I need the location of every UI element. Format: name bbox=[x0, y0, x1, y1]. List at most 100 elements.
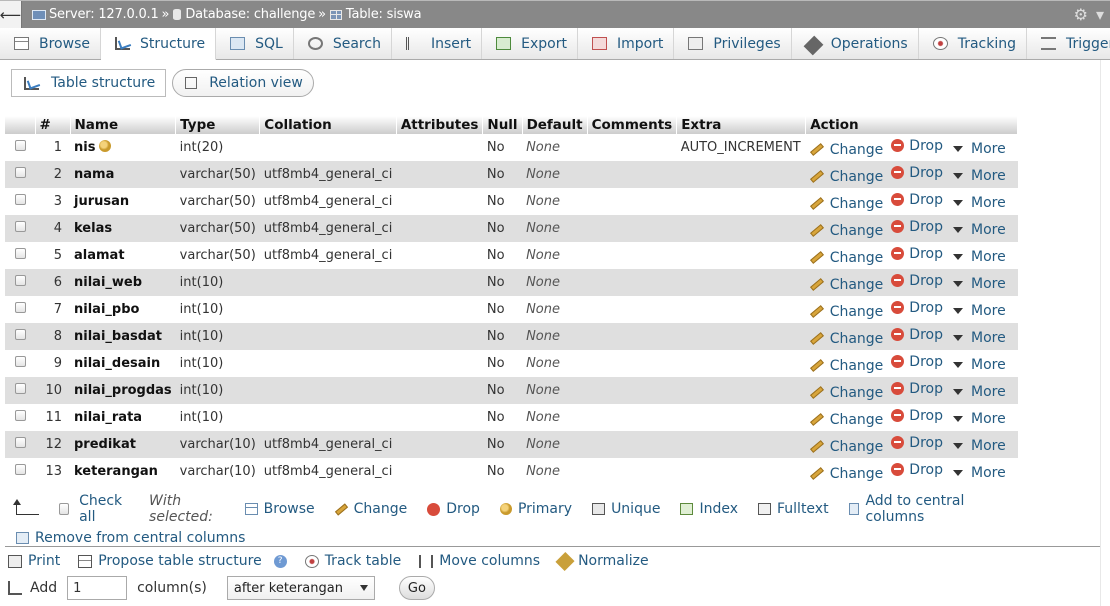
breadcrumb-database[interactable]: Database: challenge bbox=[185, 7, 315, 22]
tab-search[interactable]: Search bbox=[293, 28, 392, 59]
check-all-label[interactable]: Check all bbox=[79, 493, 131, 525]
change-button[interactable]: Change bbox=[809, 304, 883, 320]
row-checkbox[interactable] bbox=[15, 167, 26, 178]
table-row: 7 nilai_pbo int(10) No None Change Drop More bbox=[5, 296, 1018, 323]
gear-icon[interactable]: ⚙ bbox=[1074, 5, 1088, 24]
drop-label: Drop bbox=[909, 353, 943, 370]
more-button[interactable]: More bbox=[951, 330, 1006, 346]
more-button[interactable]: More bbox=[951, 411, 1006, 427]
breadcrumb-table[interactable]: Table: siswa bbox=[346, 7, 422, 22]
drop-button[interactable]: Drop bbox=[891, 192, 943, 208]
more-button[interactable]: More bbox=[951, 141, 1006, 157]
drop-button[interactable]: Drop bbox=[891, 408, 943, 424]
more-button[interactable]: More bbox=[951, 168, 1006, 184]
tab-operations[interactable]: Operations bbox=[791, 28, 919, 59]
more-button[interactable]: More bbox=[951, 222, 1006, 238]
breadcrumb-server[interactable]: Server: 127.0.0.1 bbox=[49, 7, 159, 22]
row-checkbox[interactable] bbox=[15, 410, 26, 421]
change-button[interactable]: Change bbox=[809, 250, 883, 266]
more-button[interactable]: More bbox=[951, 195, 1006, 211]
change-button[interactable]: Change bbox=[809, 358, 883, 374]
help-icon[interactable]: ? bbox=[273, 554, 287, 568]
bulk-remove-central-label: Remove from central columns bbox=[35, 530, 246, 546]
row-checkbox[interactable] bbox=[15, 275, 26, 286]
change-button[interactable]: Change bbox=[809, 196, 883, 212]
bulk-browse-button[interactable]: Browse bbox=[244, 501, 315, 517]
tab-export[interactable]: Export bbox=[482, 28, 578, 59]
subtab-table-structure[interactable]: Table structure bbox=[11, 69, 167, 97]
tab-structure[interactable]: Structure bbox=[100, 28, 217, 60]
drop-button[interactable]: Drop bbox=[891, 435, 943, 451]
bulk-add-central-button[interactable]: Add to central columns bbox=[848, 493, 996, 525]
scrollbar[interactable] bbox=[1100, 60, 1110, 606]
col-header-extra: Extra bbox=[676, 116, 807, 134]
row-checkbox[interactable] bbox=[15, 302, 26, 313]
drop-button[interactable]: Drop bbox=[891, 327, 943, 343]
drop-button[interactable]: Drop bbox=[891, 165, 943, 181]
drop-button[interactable]: Drop bbox=[891, 381, 943, 397]
drop-button[interactable]: Drop bbox=[891, 219, 943, 235]
tab-insert[interactable]: Insert bbox=[391, 28, 483, 59]
col-header-name[interactable]: Name bbox=[70, 116, 177, 134]
print-link[interactable]: Print bbox=[8, 553, 60, 569]
track-table-link[interactable]: Track table bbox=[304, 553, 401, 569]
bulk-unique-button[interactable]: Unique bbox=[592, 501, 660, 517]
drop-button[interactable]: Drop bbox=[891, 246, 943, 262]
row-checkbox[interactable] bbox=[15, 437, 26, 448]
row-checkbox[interactable] bbox=[15, 329, 26, 340]
change-button[interactable]: Change bbox=[809, 412, 883, 428]
move-columns-link[interactable]: Move columns bbox=[419, 553, 540, 569]
row-checkbox[interactable] bbox=[15, 140, 26, 151]
row-checkbox[interactable] bbox=[15, 356, 26, 367]
propose-structure-link[interactable]: Propose table structure bbox=[78, 553, 262, 569]
row-checkbox[interactable] bbox=[15, 248, 26, 259]
more-button[interactable]: More bbox=[951, 384, 1006, 400]
bulk-fulltext-button[interactable]: Fulltext bbox=[758, 501, 829, 517]
tab-tracking[interactable]: Tracking bbox=[918, 28, 1027, 59]
tab-import[interactable]: Import bbox=[577, 28, 675, 59]
check-all-checkbox[interactable] bbox=[58, 503, 70, 515]
position-select[interactable]: after keterangan bbox=[226, 576, 375, 600]
bulk-index-button[interactable]: Index bbox=[680, 501, 738, 517]
tab-privileges[interactable]: Privileges bbox=[674, 28, 792, 59]
drop-button[interactable]: Drop bbox=[891, 138, 943, 154]
row-checkbox[interactable] bbox=[15, 221, 26, 232]
more-button[interactable]: More bbox=[951, 357, 1006, 373]
field-comments bbox=[587, 377, 677, 404]
propose-icon bbox=[78, 554, 93, 568]
subtab-relation-view[interactable]: Relation view bbox=[172, 69, 314, 97]
normalize-link[interactable]: Normalize bbox=[555, 551, 649, 571]
row-checkbox[interactable] bbox=[15, 464, 26, 475]
more-button[interactable]: More bbox=[951, 303, 1006, 319]
more-button[interactable]: More bbox=[951, 465, 1006, 481]
change-button[interactable]: Change bbox=[809, 331, 883, 347]
change-button[interactable]: Change bbox=[809, 385, 883, 401]
tab-sql[interactable]: SQL bbox=[216, 28, 294, 59]
change-button[interactable]: Change bbox=[809, 277, 883, 293]
bulk-drop-button[interactable]: Drop bbox=[427, 501, 480, 517]
change-button[interactable]: Change bbox=[809, 466, 883, 482]
row-checkbox[interactable] bbox=[15, 194, 26, 205]
back-arrow-icon[interactable]: ⟵ bbox=[0, 0, 22, 29]
collapse-icon[interactable]: ▾ bbox=[1096, 5, 1104, 24]
go-button[interactable]: Go bbox=[398, 576, 435, 600]
change-button[interactable]: Change bbox=[809, 142, 883, 158]
drop-button[interactable]: Drop bbox=[891, 354, 943, 370]
change-button[interactable]: Change bbox=[809, 223, 883, 239]
tab-triggers[interactable]: Triggers bbox=[1027, 28, 1110, 59]
change-button[interactable]: Change bbox=[809, 169, 883, 185]
change-button[interactable]: Change bbox=[809, 439, 883, 455]
more-button[interactable]: More bbox=[951, 249, 1006, 265]
drop-button[interactable]: Drop bbox=[891, 273, 943, 289]
tab-browse[interactable]: Browse bbox=[0, 28, 101, 59]
add-count-input[interactable] bbox=[67, 576, 128, 600]
print-label: Print bbox=[28, 553, 61, 569]
bulk-primary-button[interactable]: Primary bbox=[499, 501, 572, 517]
more-button[interactable]: More bbox=[951, 438, 1006, 454]
bulk-remove-central-button[interactable]: Remove from central columns bbox=[16, 530, 245, 546]
bulk-change-button[interactable]: Change bbox=[334, 501, 407, 517]
drop-button[interactable]: Drop bbox=[891, 300, 943, 316]
more-button[interactable]: More bbox=[951, 276, 1006, 292]
drop-button[interactable]: Drop bbox=[891, 462, 943, 478]
row-checkbox[interactable] bbox=[15, 383, 26, 394]
